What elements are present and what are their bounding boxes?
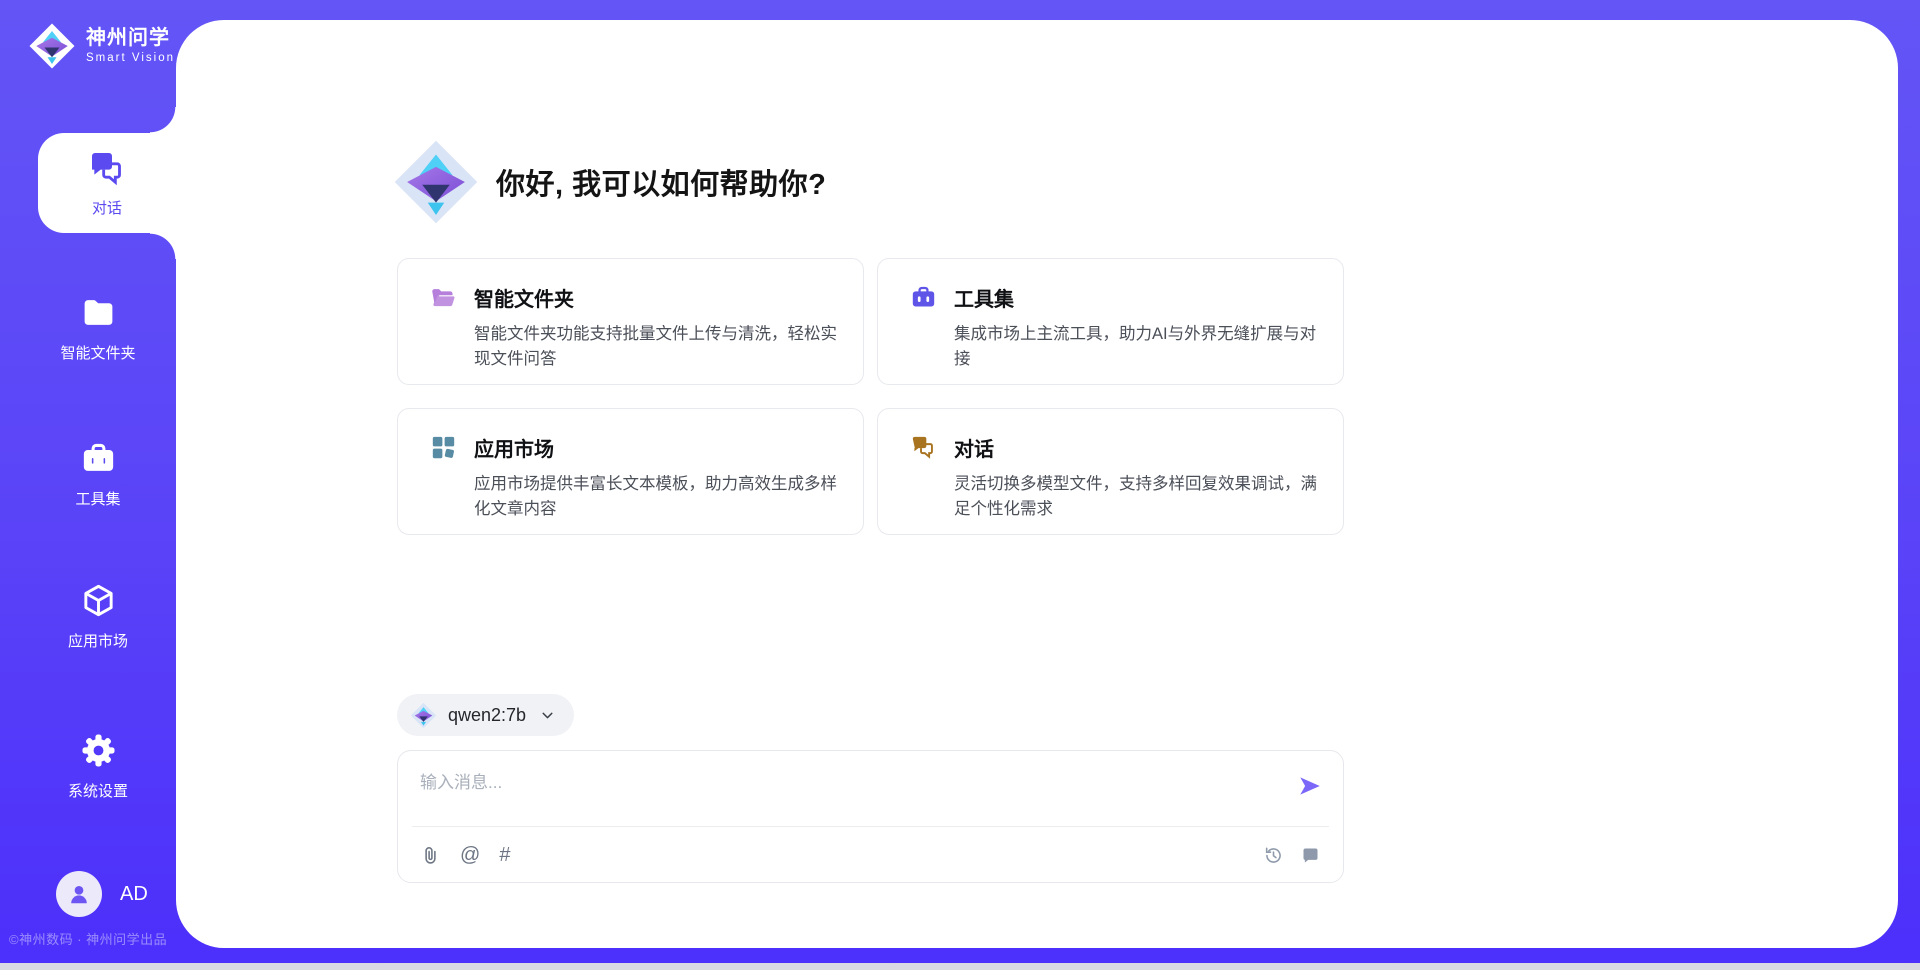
card-app-market[interactable]: 应用市场 应用市场提供丰富长文本模板，助力高效生成多样化文章内容	[397, 408, 864, 535]
sidebar-item-label: 系统设置	[68, 780, 128, 801]
feature-cards: 智能文件夹 智能文件夹功能支持批量文件上传与清洗，轻松实现文件问答 工具集 集成…	[397, 258, 1344, 535]
card-description: 应用市场提供丰富长文本模板，助力高效生成多样化文章内容	[474, 472, 837, 522]
card-title: 应用市场	[474, 433, 837, 462]
attachment-icon[interactable]	[420, 845, 441, 866]
sidebar-item-label: 应用市场	[68, 630, 128, 651]
greeting-header: 你好, 我可以如何帮助你?	[392, 138, 826, 226]
history-icon[interactable]	[1263, 845, 1284, 866]
brand-logo: 神州问学 Smart Vision	[28, 22, 175, 70]
user-profile[interactable]: AD	[56, 871, 148, 917]
folder-icon	[80, 294, 117, 331]
mention-icon[interactable]: @	[460, 845, 480, 865]
model-diamond-icon	[410, 702, 437, 729]
sidebar-item-chat[interactable]: 对话	[38, 133, 176, 233]
sidebar-item-label: 智能文件夹	[60, 342, 135, 363]
card-title: 对话	[954, 433, 1317, 462]
card-smart-folder[interactable]: 智能文件夹 智能文件夹功能支持批量文件上传与清洗，轻松实现文件问答	[397, 258, 864, 385]
user-initials: AD	[120, 883, 148, 906]
sidebar-item-settings[interactable]: 系统设置	[20, 732, 176, 801]
folder-open-icon	[430, 284, 457, 311]
chevron-down-icon	[539, 707, 556, 724]
briefcase-icon	[910, 284, 937, 311]
message-composer: @ #	[397, 750, 1344, 883]
model-name: qwen2:7b	[448, 705, 526, 726]
sidebar-item-smart-folder[interactable]: 智能文件夹	[20, 294, 176, 363]
message-input[interactable]	[420, 768, 1280, 818]
app-market-icon	[430, 434, 457, 461]
briefcase-icon	[80, 440, 117, 477]
composer-divider	[412, 826, 1329, 827]
sidebar-item-label: 工具集	[75, 488, 120, 509]
gear-icon	[80, 732, 117, 769]
bottom-edge-strip	[0, 963, 1920, 970]
card-description: 集成市场上主流工具，助力AI与外界无缝扩展与对接	[954, 322, 1317, 372]
model-selector[interactable]: qwen2:7b	[397, 694, 574, 736]
card-title: 智能文件夹	[474, 283, 837, 312]
card-toolset[interactable]: 工具集 集成市场上主流工具，助力AI与外界无缝扩展与对接	[877, 258, 1344, 385]
person-icon	[66, 881, 92, 907]
feedback-bubble-icon[interactable]	[1300, 845, 1321, 866]
brand-subtitle: Smart Vision	[86, 52, 175, 65]
composer-toolbar: @ #	[420, 837, 1321, 873]
assistant-diamond-icon	[392, 138, 480, 226]
card-chat[interactable]: 对话 灵活切换多模型文件，支持多样回复效果调试，满足个性化需求	[877, 408, 1344, 535]
brand-diamond-icon	[28, 22, 76, 70]
hashtag-icon[interactable]: #	[499, 845, 510, 865]
chat-bubbles-icon	[87, 148, 127, 188]
avatar	[56, 871, 102, 917]
card-description: 智能文件夹功能支持批量文件上传与清洗，轻松实现文件问答	[474, 322, 837, 372]
sidebar-footer-credit: ©神州数码 · 神州问学出品	[9, 929, 167, 948]
send-icon[interactable]	[1297, 773, 1323, 799]
sidebar: 神州问学 Smart Vision 对话 智能文件夹 工具集	[0, 0, 176, 970]
card-title: 工具集	[954, 283, 1317, 312]
chat-bubbles-icon	[910, 434, 937, 461]
brand-name: 神州问学	[86, 27, 175, 49]
card-description: 灵活切换多模型文件，支持多样回复效果调试，满足个性化需求	[954, 472, 1317, 522]
sidebar-item-app-market[interactable]: 应用市场	[20, 582, 176, 651]
cube-icon	[80, 582, 117, 619]
sidebar-item-label: 对话	[92, 197, 122, 218]
greeting-text: 你好, 我可以如何帮助你?	[496, 161, 826, 203]
sidebar-item-toolset[interactable]: 工具集	[20, 440, 176, 509]
